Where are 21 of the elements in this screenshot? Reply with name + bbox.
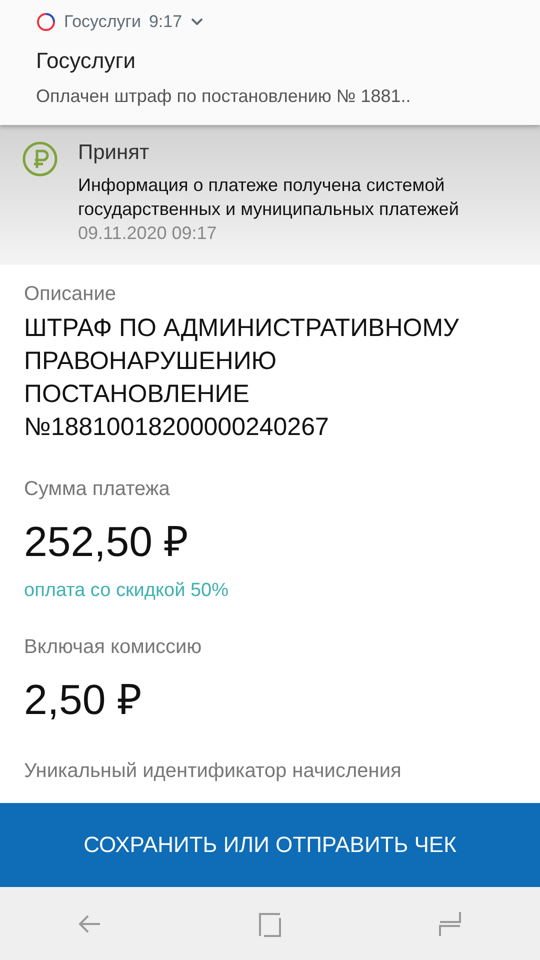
chevron-icon[interactable] [190, 17, 204, 27]
notification-title: Госуслуги [36, 48, 137, 74]
save-receipt-button[interactable]: СОХРАНИТЬ ИЛИ ОТПРАВИТЬ ЧЕК [0, 803, 540, 887]
ruble-icon [22, 141, 58, 177]
app-logo-icon [36, 12, 56, 32]
recent-apps-icon[interactable] [436, 910, 464, 938]
field-value: ШТРАФ ПО АДМИНИСТРАТИВНОМУ ПРАВОНАРУШЕНИЮ ПОСТАНОВЛЕНИЕ №18810018200000240267 [24, 313, 460, 443]
amount-value: 252,50 ₽ [24, 517, 190, 567]
notification-text: Оплачен штраф по постановлению № 1881.. [36, 86, 412, 107]
notification-card[interactable]: Госуслуги 9:17 Госуслуги Оплачен штраф по постановлению № 1881.. [0, 0, 540, 125]
field-label: Сумма платежа [24, 478, 171, 501]
status-date: 09.11.2020 09:17 [78, 223, 218, 244]
discount-note: оплата со скидкой 50% [24, 580, 230, 602]
status-message: Информация о платеже получена системой государственных и муниципальных платежей [78, 174, 460, 221]
app-name: Госуслуги [64, 12, 141, 32]
notification-time: 9:17 [148, 12, 182, 32]
status-title: Принят [78, 141, 150, 165]
amount-value: 2,50 ₽ [24, 675, 142, 725]
field-label: Описание [24, 283, 118, 306]
field-label: Включая комиссию [24, 636, 203, 659]
field-label: Уникальный идентификатор начисления [24, 760, 402, 783]
